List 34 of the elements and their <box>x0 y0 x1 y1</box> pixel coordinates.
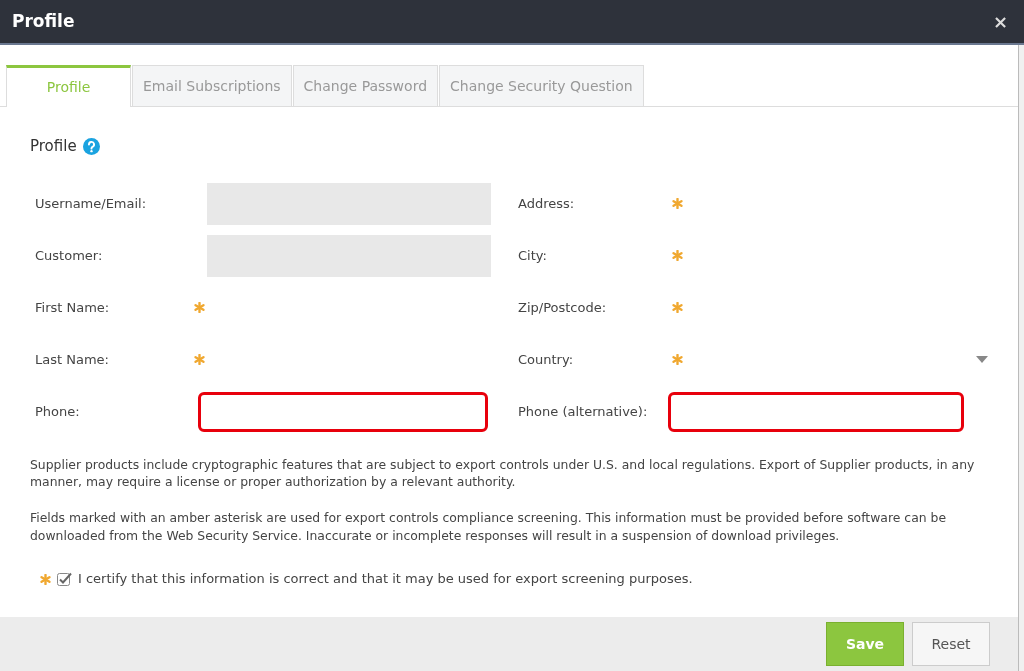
field-label: Phone (alternative): <box>518 402 649 421</box>
asterisk-icon <box>672 302 683 313</box>
checkbox[interactable] <box>57 571 72 587</box>
input-field[interactable] <box>668 391 964 432</box>
field-label: Username/Email: <box>35 194 148 213</box>
notice-text: Supplier products include cryptographic features that are subject to export controls under U.S. and local regulations. Export of Supplier products, in any manner, may require a license or proper authorization by a relevant authority. <box>30 455 976 492</box>
close-button[interactable]: × <box>990 12 1010 31</box>
asterisk-icon <box>672 354 683 365</box>
help-icon[interactable] <box>82 137 100 155</box>
field-label: City: <box>518 246 548 265</box>
field-label: First Name: <box>35 298 111 317</box>
asterisk-icon <box>194 302 205 313</box>
save-button[interactable]: Save <box>826 622 904 666</box>
notice-text: Fields marked with an amber asterisk are used for export controls compliance screening. This information must be provided before software can be downloaded from the Web Security Service. Inaccurate or incomplete responses will result in a suspension of download privileges. <box>30 509 947 546</box>
field-label: Last Name: <box>35 350 110 369</box>
section-title: Profile <box>30 136 77 157</box>
asterisk-icon <box>194 354 205 365</box>
field-label: Phone: <box>35 402 81 421</box>
dialog-title: Profile <box>12 9 75 33</box>
dropdown-caret-icon[interactable] <box>976 356 988 363</box>
field-label: Customer: <box>35 246 104 265</box>
asterisk-icon <box>672 250 683 261</box>
reset-button[interactable]: Reset <box>912 622 990 666</box>
field-label: Country: <box>518 350 575 369</box>
asterisk-icon <box>40 573 51 585</box>
tab[interactable]: Email Subscriptions <box>132 65 292 106</box>
asterisk-icon <box>672 198 683 209</box>
certify-label: I certify that this information is correct and that it may be used for export screening purposes. <box>78 570 693 589</box>
tab[interactable]: Change Password <box>292 65 439 106</box>
tab[interactable]: Change Security Question <box>439 65 644 106</box>
field-label: Address: <box>518 194 576 213</box>
tab[interactable]: Profile <box>6 65 131 107</box>
input-field[interactable] <box>198 391 488 432</box>
field-label: Zip/Postcode: <box>518 298 608 317</box>
